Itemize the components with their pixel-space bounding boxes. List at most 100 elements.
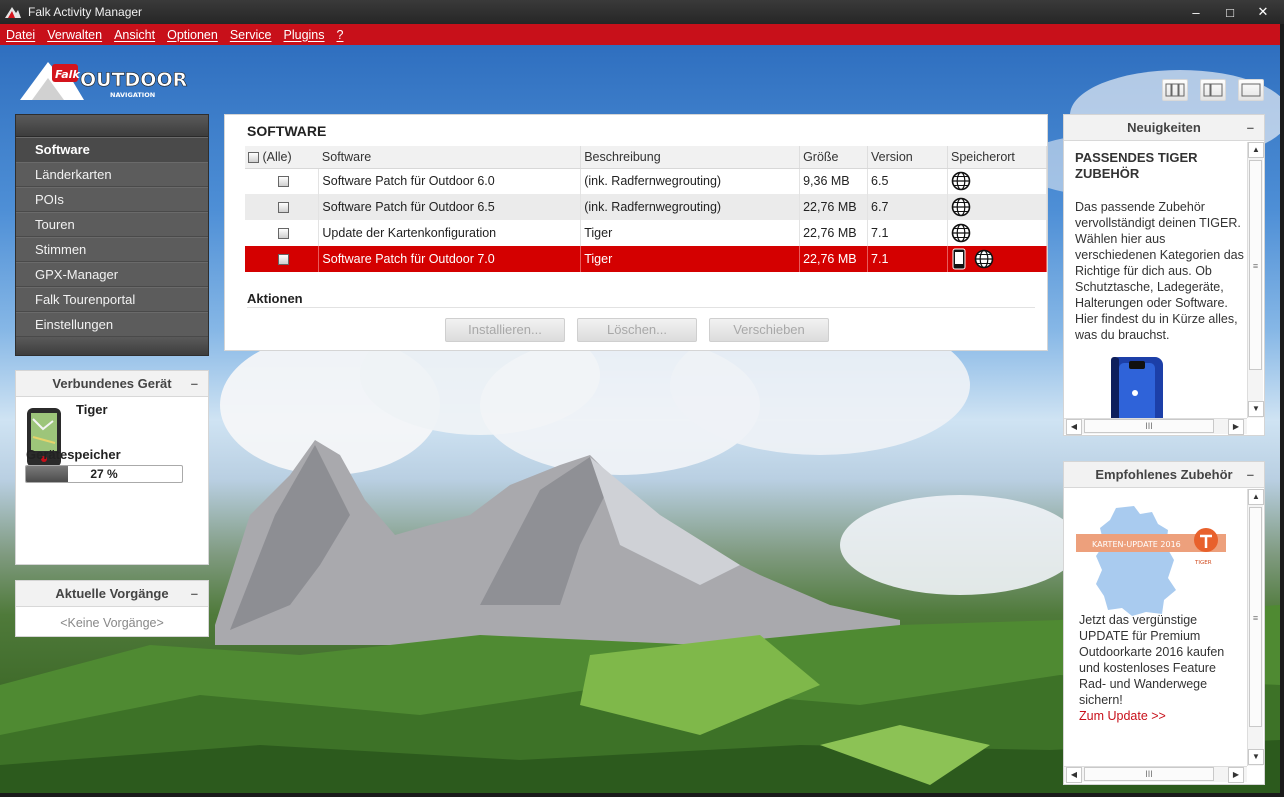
storage-location: [947, 220, 1048, 246]
scroll-thumb[interactable]: III: [1084, 419, 1214, 433]
storage-location: [947, 168, 1048, 194]
main-navigation: Software Länderkarten POIs Touren Stimme…: [15, 114, 209, 356]
scroll-down-icon[interactable]: ▼: [1248, 749, 1264, 765]
no-processes-text: <Keine Vorgänge>: [60, 616, 164, 630]
accessories-vertical-scrollbar[interactable]: ▲ ≡ ▼: [1247, 489, 1264, 766]
accessory-description: Jetzt das vergünstige UPDATE für Premium…: [1079, 613, 1225, 707]
column-speicherort[interactable]: Speicherort: [947, 146, 1048, 169]
view-two-column-button[interactable]: [1200, 79, 1226, 101]
nav-item-einstellungen[interactable]: Einstellungen: [16, 312, 208, 337]
svg-text:OUTDOOR: OUTDOOR: [80, 69, 188, 91]
svg-text:KARTEN-UPDATE 2016: KARTEN-UPDATE 2016: [1092, 540, 1181, 549]
software-description: (ink. Radfernwegrouting): [580, 168, 801, 194]
table-row-selected[interactable]: Software Patch für Outdoor 7.0 Tiger 22,…: [225, 246, 1048, 272]
table-row[interactable]: Software Patch für Outdoor 6.0 (ink. Rad…: [225, 168, 1048, 194]
column-software[interactable]: Software: [318, 146, 582, 169]
select-all-checkbox[interactable]: [247, 151, 259, 163]
nav-item-stimmen[interactable]: Stimmen: [16, 237, 208, 262]
software-description: Tiger: [580, 246, 801, 272]
view-single-column-button[interactable]: [1238, 79, 1264, 101]
menu-plugins[interactable]: Plugins: [284, 28, 325, 42]
column-groesse[interactable]: Größe: [799, 146, 869, 169]
nav-item-falk-tourenportal[interactable]: Falk Tourenportal: [16, 287, 208, 312]
accessories-header[interactable]: Empfohlenes Zubehör –: [1064, 462, 1264, 488]
actions-heading: Aktionen: [247, 291, 303, 306]
scroll-thumb[interactable]: III: [1084, 767, 1214, 781]
scroll-right-icon[interactable]: ▶: [1228, 767, 1244, 783]
window-right-edge: [1280, 24, 1284, 797]
scroll-up-icon[interactable]: ▲: [1248, 489, 1264, 505]
news-content: PASSENDES TIGER ZUBEHÖR Das passende Zub…: [1064, 142, 1248, 418]
nav-item-pois[interactable]: POIs: [16, 187, 208, 212]
accessory-text: Jetzt das vergünstige UPDATE für Premium…: [1079, 612, 1239, 724]
scroll-thumb[interactable]: ≡: [1249, 160, 1262, 370]
panel-title: Aktuelle Vorgänge: [55, 586, 169, 601]
nav-item-touren[interactable]: Touren: [16, 212, 208, 237]
app-icon: [5, 7, 21, 18]
software-version: 7.1: [867, 246, 948, 272]
actions-divider: [247, 307, 1035, 308]
software-table: (Alle) Software Beschreibung Größe Versi…: [225, 146, 1048, 272]
row-checkbox[interactable]: [277, 202, 289, 214]
table-row[interactable]: Software Patch für Outdoor 6.5 (ink. Rad…: [225, 194, 1048, 220]
collapse-icon[interactable]: –: [191, 376, 198, 391]
row-checkbox[interactable]: [277, 228, 289, 240]
nav-item-software[interactable]: Software: [16, 137, 208, 162]
column-version[interactable]: Version: [867, 146, 948, 169]
current-processes-header[interactable]: Aktuelle Vorgänge –: [16, 581, 208, 607]
scroll-down-icon[interactable]: ▼: [1248, 401, 1264, 417]
karten-update-banner[interactable]: KARTEN-UPDATE 2016 TIGER: [1076, 504, 1226, 620]
delete-button[interactable]: Löschen...: [577, 318, 697, 342]
menu-ansicht[interactable]: Ansicht: [114, 28, 155, 42]
nav-item-laenderkarten[interactable]: Länderkarten: [16, 162, 208, 187]
news-header[interactable]: Neuigkeiten –: [1064, 115, 1264, 141]
news-text: Das passende Zubehör vervollständigt dei…: [1075, 200, 1244, 342]
panel-title: Empfohlenes Zubehör: [1095, 467, 1233, 482]
table-row[interactable]: Update der Kartenkonfiguration Tiger 22,…: [225, 220, 1048, 246]
software-size: 22,76 MB: [799, 194, 869, 220]
collapse-icon[interactable]: –: [1247, 467, 1254, 482]
collapse-icon[interactable]: –: [191, 586, 198, 601]
recommended-accessories-panel: Empfohlenes Zubehör – KARTEN-UPDATE 2016…: [1063, 461, 1265, 785]
row-checkbox[interactable]: [277, 254, 289, 266]
view-three-column-button[interactable]: [1162, 79, 1188, 101]
scroll-left-icon[interactable]: ◀: [1066, 767, 1082, 783]
window-title: Falk Activity Manager: [28, 5, 143, 19]
accessories-horizontal-scrollbar[interactable]: ◀ III ▶: [1064, 766, 1247, 783]
scroll-left-icon[interactable]: ◀: [1066, 419, 1082, 435]
news-vertical-scrollbar[interactable]: ▲ ≡ ▼: [1247, 142, 1264, 418]
software-version: 6.7: [867, 194, 948, 220]
row-checkbox[interactable]: [277, 176, 289, 188]
nav-item-gpx-manager[interactable]: GPX-Manager: [16, 262, 208, 287]
scroll-thumb[interactable]: ≡: [1249, 507, 1262, 727]
device-memory-percent: 27 %: [90, 467, 118, 481]
scroll-right-icon[interactable]: ▶: [1228, 419, 1244, 435]
connected-device-header[interactable]: Verbundenes Gerät –: [16, 371, 208, 397]
news-horizontal-scrollbar[interactable]: ◀ III ▶: [1064, 418, 1247, 435]
menu-datei[interactable]: Datei: [6, 28, 35, 42]
menu-service[interactable]: Service: [230, 28, 272, 42]
menu-optionen[interactable]: Optionen: [167, 28, 218, 42]
menu-verwalten[interactable]: Verwalten: [47, 28, 102, 42]
software-version: 7.1: [867, 220, 948, 246]
scroll-up-icon[interactable]: ▲: [1248, 142, 1264, 158]
table-header-row: (Alle) Software Beschreibung Größe Versi…: [225, 146, 1048, 169]
navigation-header: [16, 115, 208, 137]
move-button[interactable]: Verschieben: [709, 318, 829, 342]
collapse-icon[interactable]: –: [1247, 120, 1254, 135]
select-all-header[interactable]: (Alle): [244, 146, 319, 169]
maximize-button[interactable]: □: [1217, 0, 1243, 24]
three-column-icon: [1165, 83, 1185, 97]
software-version: 6.5: [867, 168, 948, 194]
panel-title: Neuigkeiten: [1127, 120, 1201, 135]
software-name: Software Patch für Outdoor 6.5: [318, 194, 582, 220]
menu-help[interactable]: ?: [337, 28, 344, 42]
update-link[interactable]: Zum Update >>: [1079, 709, 1166, 723]
close-button[interactable]: ✕: [1250, 0, 1276, 24]
software-name: Software Patch für Outdoor 6.0: [318, 168, 582, 194]
install-button[interactable]: Installieren...: [445, 318, 565, 342]
minimize-button[interactable]: –: [1183, 0, 1209, 24]
column-beschreibung[interactable]: Beschreibung: [580, 146, 801, 169]
software-name: Software Patch für Outdoor 7.0: [318, 246, 582, 272]
window-bottom-edge: [0, 793, 1284, 797]
